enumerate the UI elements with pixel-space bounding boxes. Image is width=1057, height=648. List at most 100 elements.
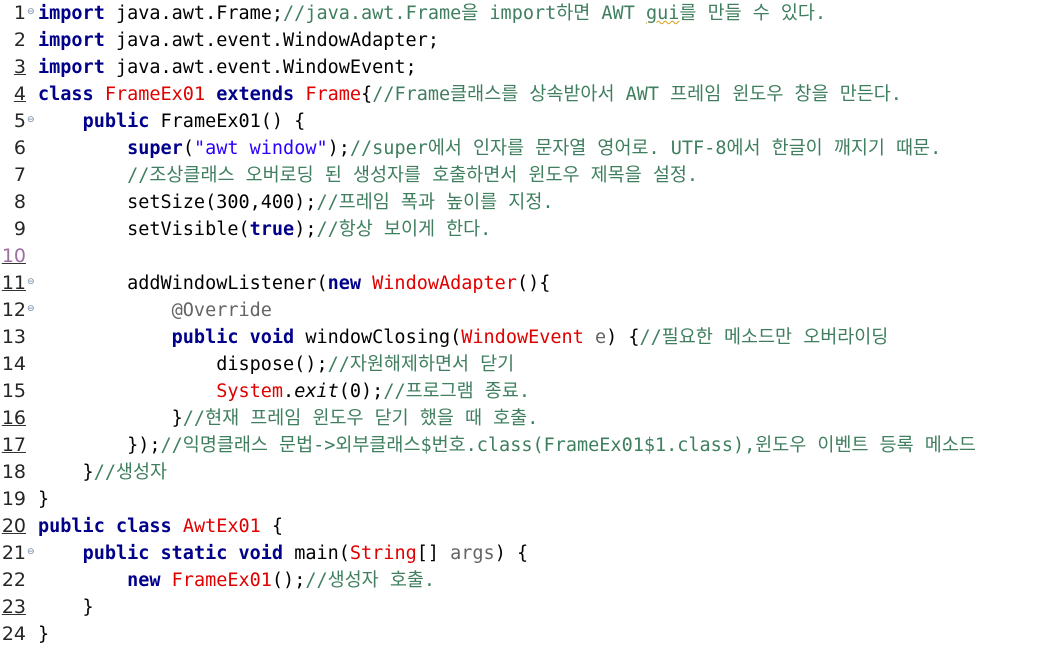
code-line[interactable]: 4 class FrameEx01 extends Frame{//Frame클래… — [0, 81, 1057, 108]
code-line[interactable]: 17 });//익명클래스 문법->외부클래스$번호.class(FrameEx… — [0, 432, 1057, 459]
code-text[interactable]: });//익명클래스 문법->외부클래스$번호.class(FrameEx01$… — [38, 432, 976, 459]
code-line[interactable]: 20 public class AwtEx01 { — [0, 513, 1057, 540]
line-number: 17 — [1, 434, 26, 456]
code-line[interactable]: 3 import java.awt.event.WindowEvent; — [0, 54, 1057, 81]
code-text[interactable]: public FrameEx01() { — [38, 108, 306, 135]
code-line[interactable]: 18 }//생성자 — [0, 459, 1057, 486]
line-number: 1 — [13, 2, 26, 24]
code-line[interactable]: 22 new FrameEx01();//생성자 호출. — [0, 567, 1057, 594]
code-token: FrameEx01() { — [149, 111, 306, 132]
code-text[interactable]: } — [38, 621, 49, 648]
fold-toggle-icon[interactable]: ⊖ — [27, 115, 35, 125]
code-line[interactable]: 10 — [0, 243, 1057, 270]
code-text[interactable]: System.exit(0);//프로그램 종료. — [38, 378, 530, 405]
code-text[interactable]: new FrameEx01();//생성자 호출. — [38, 567, 435, 594]
code-token: @Override — [171, 300, 272, 321]
code-token: java.awt.Frame; — [104, 3, 284, 24]
fold-toggle-icon[interactable]: ⊖ — [27, 547, 35, 557]
code-token: FrameEx01 — [171, 570, 272, 591]
fold-toggle-icon[interactable]: ⊖ — [27, 277, 35, 287]
code-token: (); — [271, 570, 306, 591]
line-number: 24 — [1, 623, 26, 645]
code-token: . — [283, 381, 295, 402]
code-text[interactable]: addWindowListener(new WindowAdapter(){ — [38, 270, 550, 297]
code-token: java.awt.event.WindowAdapter; — [104, 30, 439, 51]
code-token: } — [38, 624, 50, 645]
code-token: main( — [283, 543, 350, 564]
code-token: }); — [38, 435, 161, 456]
line-number: 19 — [1, 488, 26, 510]
code-line[interactable]: 15 System.exit(0);//프로그램 종료. — [0, 378, 1057, 405]
line-number: 14 — [1, 353, 26, 375]
code-text[interactable]: //조상클래스 오버로딩 된 생성자를 호출하면서 윈도우 제목을 설정. — [38, 162, 698, 189]
fold-toggle-icon[interactable]: ⊖ — [27, 304, 35, 314]
code-token: static — [160, 543, 228, 564]
code-text[interactable]: import java.awt.event.WindowEvent; — [38, 54, 417, 81]
code-token: ) { — [606, 327, 640, 348]
code-text[interactable]: } — [38, 486, 49, 513]
code-token: //super에서 인자를 문자열 영어로. UTF-8에서 한글이 깨지기 때… — [349, 138, 942, 159]
code-token: 를 만들 수 있다. — [679, 3, 827, 24]
code-line[interactable]: 7 //조상클래스 오버로딩 된 생성자를 호출하면서 윈도우 제목을 설정. — [0, 162, 1057, 189]
code-token: } — [38, 462, 94, 483]
code-text[interactable]: class FrameEx01 extends Frame{//Frame클래스… — [38, 81, 902, 108]
code-line[interactable]: 9 setVisible(true);//항상 보이게 한다. — [0, 216, 1057, 243]
fold-toggle-icon[interactable]: ⊖ — [27, 7, 35, 17]
code-token: //java.awt.Frame을 import하면 AWT — [283, 3, 646, 24]
code-line[interactable]: 14 dispose();//자원해제하면서 닫기 — [0, 351, 1057, 378]
code-token: WindowEvent — [461, 327, 584, 348]
code-text[interactable]: }//생성자 — [38, 459, 168, 486]
code-token: void — [238, 543, 284, 564]
code-line[interactable]: 1 ⊖ import java.awt.Frame;//java.awt.Frame… — [0, 0, 1057, 27]
code-text[interactable]: dispose();//자원해제하면서 닫기 — [38, 351, 514, 378]
code-text[interactable]: public void windowClosing(WindowEvent e)… — [38, 324, 889, 351]
code-line[interactable]: 23 } — [0, 594, 1057, 621]
code-token: addWindowListener( — [38, 273, 328, 294]
line-number: 16 — [1, 407, 26, 429]
code-line[interactable]: 19} — [0, 486, 1057, 513]
code-token: FrameEx01 — [104, 84, 206, 105]
code-line[interactable]: 8 setSize(300,400);//프레임 폭과 높이를 지정. — [0, 189, 1057, 216]
code-token: java.awt.event.WindowEvent; — [104, 57, 417, 78]
code-line[interactable]: 13 public void windowClosing(WindowEvent… — [0, 324, 1057, 351]
code-line[interactable]: 12 ⊖ @Override — [0, 297, 1057, 324]
code-editor[interactable]: 1 ⊖ import java.awt.Frame;//java.awt.Frame… — [0, 0, 1057, 646]
code-line[interactable]: 11 ⊖ addWindowListener(new WindowAdapter(… — [0, 270, 1057, 297]
code-text[interactable]: import java.awt.event.WindowAdapter; — [38, 27, 439, 54]
code-token: //프레임 폭과 높이를 지정. — [316, 192, 554, 213]
code-text[interactable]: public class AwtEx01 { — [38, 513, 283, 540]
code-text[interactable]: } — [38, 594, 94, 621]
line-number: 6 — [13, 137, 26, 159]
code-token: extends — [216, 84, 295, 105]
code-line[interactable]: 6 super("awt window");//super에서 인자를 문자열 … — [0, 135, 1057, 162]
code-token: String — [349, 543, 417, 564]
code-text[interactable]: super("awt window");//super에서 인자를 문자열 영어… — [38, 135, 941, 162]
code-line[interactable]: 21 ⊖ public static void main(String[] arg… — [0, 540, 1057, 567]
code-text[interactable]: }//현재 프레임 윈도우 닫기 했을 때 호출. — [38, 405, 539, 432]
code-token: setVisible( — [38, 219, 250, 240]
code-text[interactable]: @Override — [38, 297, 272, 324]
line-number: 12 — [1, 299, 26, 321]
code-token: public — [38, 516, 105, 537]
code-line[interactable]: 5 ⊖ public FrameEx01() { — [0, 108, 1057, 135]
code-token: (){ — [516, 273, 551, 294]
code-text[interactable]: public static void main(String[] args) { — [38, 540, 529, 567]
code-line[interactable]: 16 }//현재 프레임 윈도우 닫기 했을 때 호출. — [0, 405, 1057, 432]
code-token: ); — [294, 219, 317, 240]
code-text[interactable]: setVisible(true);//항상 보이게 한다. — [38, 216, 491, 243]
code-line[interactable]: 24} — [0, 621, 1057, 648]
code-token: ); — [327, 138, 350, 159]
code-text[interactable]: setSize(300,400);//프레임 폭과 높이를 지정. — [38, 189, 553, 216]
code-line[interactable]: 2 import java.awt.event.WindowAdapter; — [0, 27, 1057, 54]
code-text[interactable]: import java.awt.Frame;//java.awt.Frame을 … — [38, 0, 826, 27]
code-token: "awt window" — [193, 138, 328, 159]
